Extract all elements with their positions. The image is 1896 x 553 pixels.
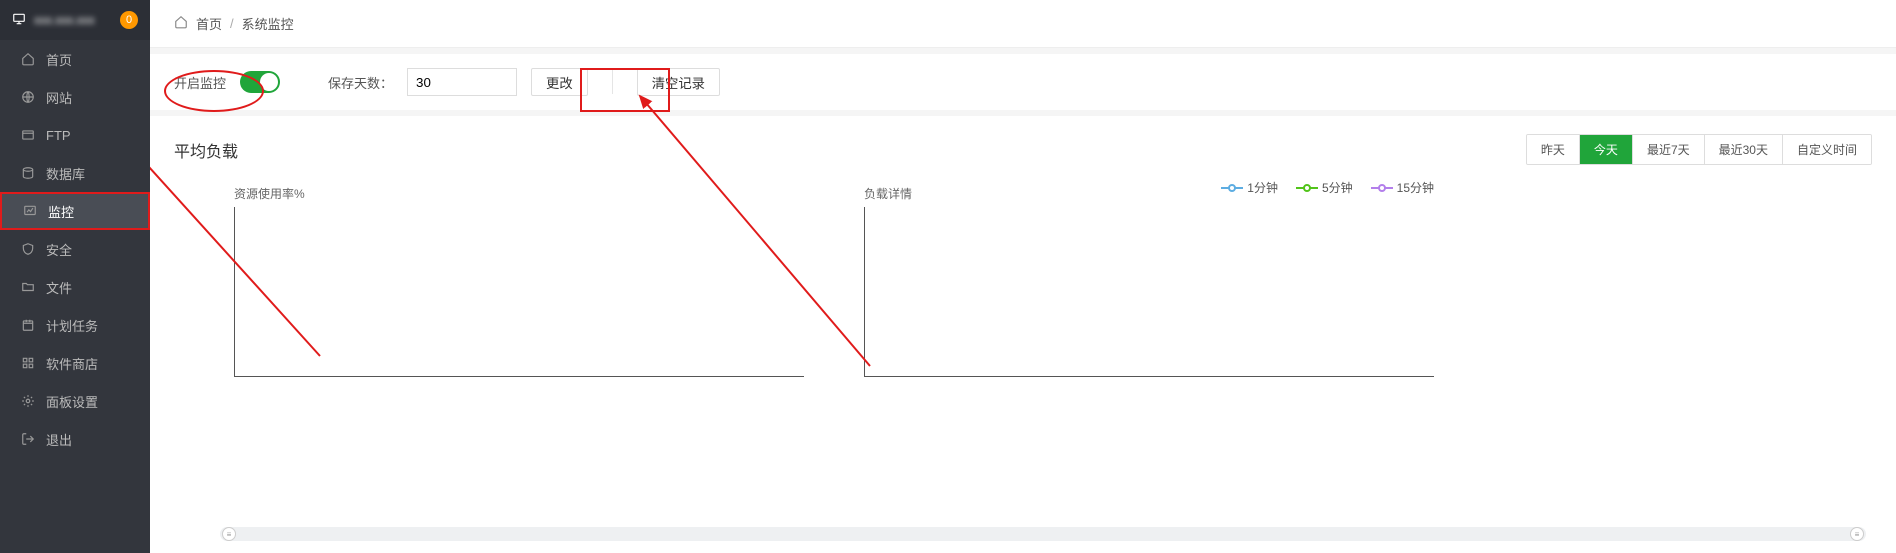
sidebar-item-database[interactable]: 数据库 (0, 154, 150, 192)
monitor-icon (22, 204, 38, 218)
enable-monitor-label: 开启监控 (174, 73, 226, 92)
chart-axes (864, 207, 1434, 377)
sidebar-item-label: 监控 (48, 202, 74, 221)
sidebar-item-site[interactable]: 网站 (0, 78, 150, 116)
keep-days-label: 保存天数： (328, 73, 393, 92)
sidebar-header: xxx.xxx.xxx 0 (0, 0, 150, 40)
clear-records-button[interactable]: 清空记录 (637, 68, 720, 96)
apps-icon (20, 356, 36, 370)
tab-30days[interactable]: 最近30天 (1705, 135, 1783, 164)
sidebar-item-label: 面板设置 (46, 392, 98, 411)
logout-icon (20, 432, 36, 446)
notification-badge[interactable]: 0 (120, 11, 138, 29)
enable-monitor-toggle[interactable] (240, 71, 280, 93)
server-ip: xxx.xxx.xxx (34, 13, 112, 27)
sidebar-item-label: 网站 (46, 88, 72, 107)
globe-icon (20, 90, 36, 104)
load-detail-chart: 负载详情 1分钟 5分钟 15分钟 (864, 185, 1434, 385)
resource-usage-chart: 资源使用率% (234, 185, 804, 385)
sidebar-item-label: 计划任务 (46, 316, 98, 335)
home-icon (174, 15, 188, 32)
ftp-icon (20, 128, 36, 142)
keep-days-input[interactable] (407, 68, 517, 96)
sidebar: xxx.xxx.xxx 0 首页 网站 FTP 数据库 监控 安全 (0, 0, 150, 553)
folder-icon (20, 280, 36, 294)
section-header: 平均负载 昨天 今天 最近7天 最近30天 自定义时间 (174, 134, 1872, 165)
sidebar-item-label: 文件 (46, 278, 72, 297)
tab-custom[interactable]: 自定义时间 (1783, 135, 1871, 164)
shield-icon (20, 242, 36, 256)
monitor-toolbar: 开启监控 保存天数： 更改 清空记录 (150, 54, 1896, 110)
tab-today[interactable]: 今天 (1580, 135, 1633, 164)
chart-title: 负载详情 (864, 185, 912, 202)
sidebar-item-appstore[interactable]: 软件商店 (0, 344, 150, 382)
chart-legend: 1分钟 5分钟 15分钟 (1221, 179, 1434, 196)
breadcrumb: 首页 / 系统监控 (150, 0, 1896, 48)
sidebar-item-label: 安全 (46, 240, 72, 259)
sidebar-item-logout[interactable]: 退出 (0, 420, 150, 458)
chart-title: 资源使用率% (234, 185, 305, 202)
sidebar-item-home[interactable]: 首页 (0, 40, 150, 78)
scroll-handle-left[interactable]: ≡ (222, 527, 236, 541)
sidebar-item-label: 数据库 (46, 164, 85, 183)
section-title: 平均负载 (174, 138, 238, 162)
sidebar-item-monitor[interactable]: 监控 (0, 192, 150, 230)
tab-7days[interactable]: 最近7天 (1633, 135, 1705, 164)
home-icon (20, 52, 36, 66)
sidebar-item-ftp[interactable]: FTP (0, 116, 150, 154)
main-content: 首页 / 系统监控 开启监控 保存天数： 更改 清空记录 平均负载 昨天 今天 … (150, 0, 1896, 553)
server-icon (12, 12, 26, 29)
sidebar-item-security[interactable]: 安全 (0, 230, 150, 268)
legend-marker-icon (1371, 184, 1393, 192)
breadcrumb-home[interactable]: 首页 (196, 14, 222, 33)
time-range-tabs: 昨天 今天 最近7天 最近30天 自定义时间 (1526, 134, 1872, 165)
time-scroll-track[interactable]: ≡ ≡ (220, 527, 1866, 541)
sidebar-item-files[interactable]: 文件 (0, 268, 150, 306)
legend-marker-icon (1221, 184, 1243, 192)
load-section: 平均负载 昨天 今天 最近7天 最近30天 自定义时间 资源使用率% 负载详情 (150, 116, 1896, 553)
chart-axes (234, 207, 804, 377)
legend-marker-icon (1296, 184, 1318, 192)
scroll-handle-right[interactable]: ≡ (1850, 527, 1864, 541)
legend-item-1min: 1分钟 (1221, 179, 1278, 196)
save-button[interactable]: 更改 (531, 68, 588, 96)
legend-item-5min: 5分钟 (1296, 179, 1353, 196)
charts-row: 资源使用率% 负载详情 1分钟 5分钟 15分钟 (174, 185, 1872, 385)
sidebar-item-label: 软件商店 (46, 354, 98, 373)
calendar-icon (20, 318, 36, 332)
sidebar-item-label: 退出 (46, 430, 72, 449)
toolbar-divider (612, 70, 613, 94)
sidebar-item-settings[interactable]: 面板设置 (0, 382, 150, 420)
sidebar-item-cron[interactable]: 计划任务 (0, 306, 150, 344)
database-icon (20, 166, 36, 180)
sidebar-item-label: 首页 (46, 50, 72, 69)
breadcrumb-sep: / (230, 16, 234, 31)
breadcrumb-current: 系统监控 (242, 14, 294, 33)
tab-yesterday[interactable]: 昨天 (1527, 135, 1580, 164)
sidebar-item-label: FTP (46, 128, 71, 143)
gear-icon (20, 394, 36, 408)
legend-item-15min: 15分钟 (1371, 179, 1434, 196)
